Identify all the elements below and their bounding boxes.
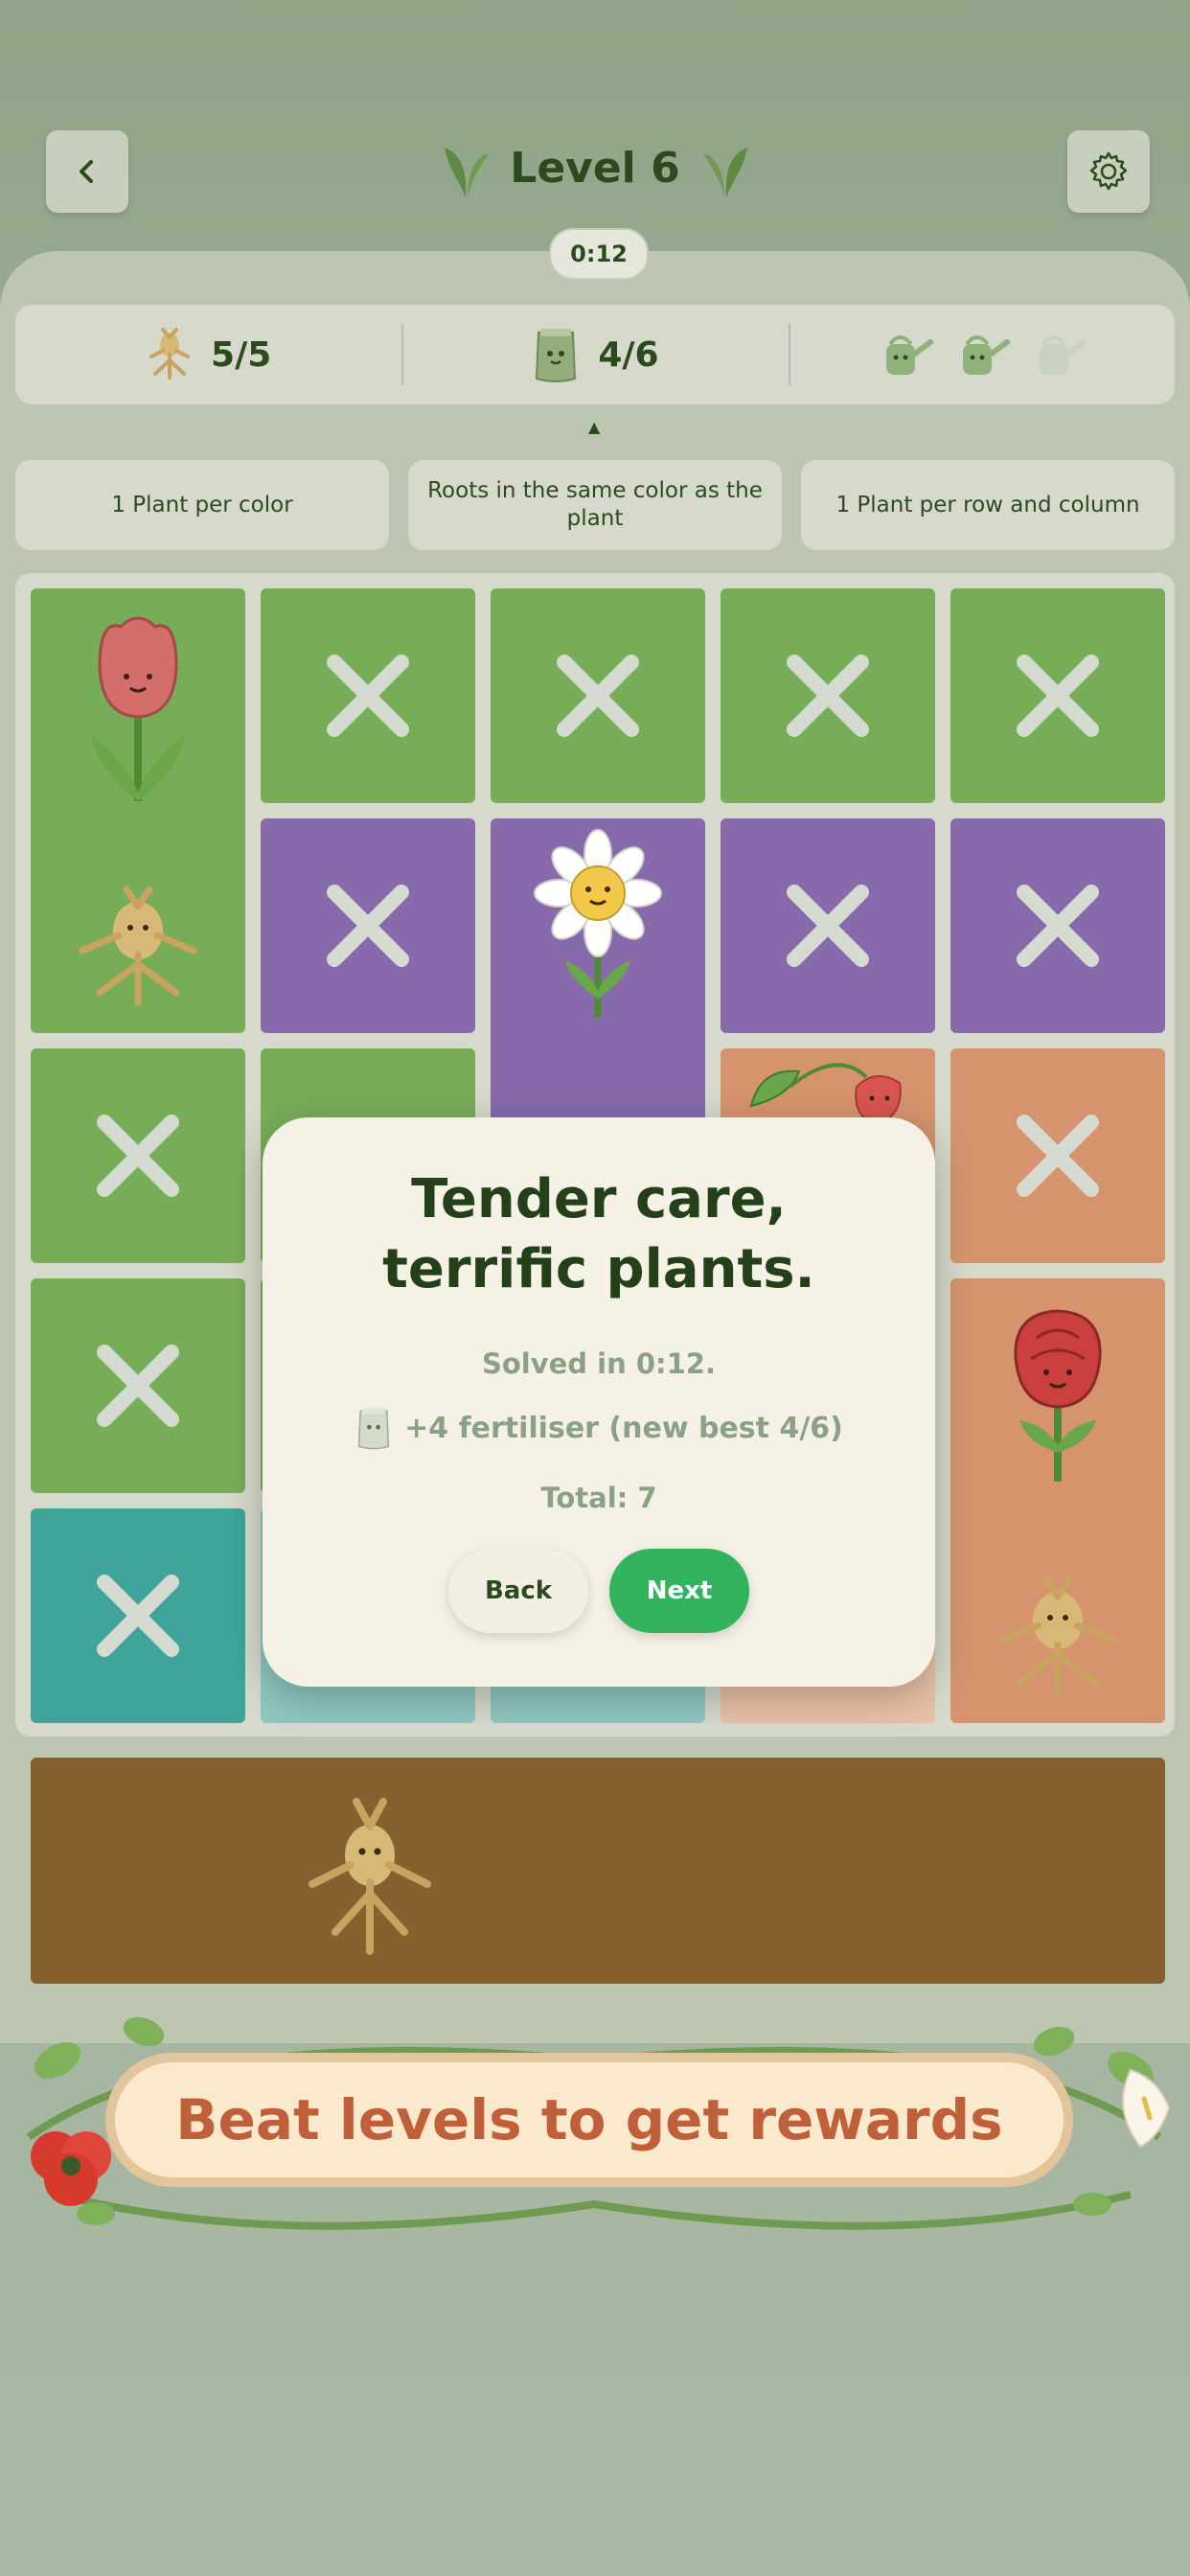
tulip-plant-icon xyxy=(79,616,197,1006)
x-mark-icon xyxy=(1017,1115,1099,1197)
cell-plant-rose[interactable] xyxy=(950,1278,1165,1723)
watering-cans-stat xyxy=(788,305,1175,404)
fertiliser-reward-text: +4 fertiliser (new best 4/6) xyxy=(404,1411,843,1445)
stats-bar: 5/5 4/6 xyxy=(15,305,1175,404)
rose-plant-icon xyxy=(998,1309,1117,1696)
roots-stat: 5/5 xyxy=(15,305,401,404)
leaf-icon-right xyxy=(703,148,747,197)
cell-plant-tulip[interactable] xyxy=(31,588,245,1033)
banner-text: Beat levels to get rewards xyxy=(105,2053,1073,2187)
rules-caret-icon[interactable]: ▲ xyxy=(588,418,600,436)
root-icon[interactable] xyxy=(303,1788,437,1961)
next-button[interactable]: Next xyxy=(609,1549,749,1633)
fertiliser-stat: 4/6 xyxy=(401,305,788,404)
root-tray xyxy=(31,1758,1165,1984)
daisy-plant-icon xyxy=(534,829,662,1018)
level-complete-dialog: Tender care, terrific plants. Solved in … xyxy=(263,1117,935,1687)
cell-crossed[interactable] xyxy=(261,818,475,1033)
root-icon xyxy=(149,328,191,380)
fertiliser-bag-icon xyxy=(536,329,577,382)
cell-crossed[interactable] xyxy=(721,818,935,1033)
cell-crossed[interactable] xyxy=(31,1278,245,1493)
lily-flower-icon xyxy=(1122,2068,1171,2149)
roots-count: 5/5 xyxy=(211,334,272,375)
cell-crossed[interactable] xyxy=(950,818,1165,1033)
rule-card: 1 Plant per row and column xyxy=(801,460,1175,550)
x-mark-icon xyxy=(327,655,409,737)
watering-can-icon xyxy=(886,335,934,375)
rule-card: 1 Plant per color xyxy=(15,460,389,550)
x-mark-icon xyxy=(97,1345,179,1427)
x-mark-icon xyxy=(97,1115,179,1197)
rules-row: 1 Plant per color Roots in the same colo… xyxy=(15,460,1175,550)
x-mark-icon xyxy=(557,655,639,737)
poppy-flower-icon xyxy=(31,2131,111,2206)
watering-can-empty-icon xyxy=(1040,335,1087,375)
x-mark-icon xyxy=(787,655,869,737)
level-title: Level 6 xyxy=(510,144,680,193)
watering-can-icon xyxy=(963,335,1011,375)
timer-badge: 0:12 xyxy=(549,228,649,280)
x-mark-icon xyxy=(1017,655,1099,737)
x-mark-icon xyxy=(97,1575,179,1657)
solved-time-text: Solved in 0:12. xyxy=(481,1347,716,1380)
cell-crossed[interactable] xyxy=(950,588,1165,803)
cell-crossed[interactable] xyxy=(31,1048,245,1263)
fertiliser-bag-icon xyxy=(357,1408,390,1450)
rewards-banner: Beat levels to get rewards xyxy=(0,2003,1190,2242)
fertiliser-count: 4/6 xyxy=(598,334,659,375)
cell-crossed[interactable] xyxy=(491,588,705,803)
x-mark-icon xyxy=(787,885,869,967)
cell-crossed[interactable] xyxy=(721,588,935,803)
fertiliser-reward-row: +4 fertiliser (new best 4/6) xyxy=(263,1405,935,1451)
back-button[interactable]: Back xyxy=(448,1549,588,1633)
x-mark-icon xyxy=(327,885,409,967)
total-text: Total: 7 xyxy=(540,1482,657,1514)
cell-crossed[interactable] xyxy=(261,588,475,803)
rule-card: Roots in the same color as the plant xyxy=(408,460,782,550)
dialog-title: Tender care, terrific plants. xyxy=(382,1168,815,1300)
x-mark-icon xyxy=(1017,885,1099,967)
cell-crossed[interactable] xyxy=(31,1508,245,1723)
cell-crossed[interactable] xyxy=(950,1048,1165,1263)
